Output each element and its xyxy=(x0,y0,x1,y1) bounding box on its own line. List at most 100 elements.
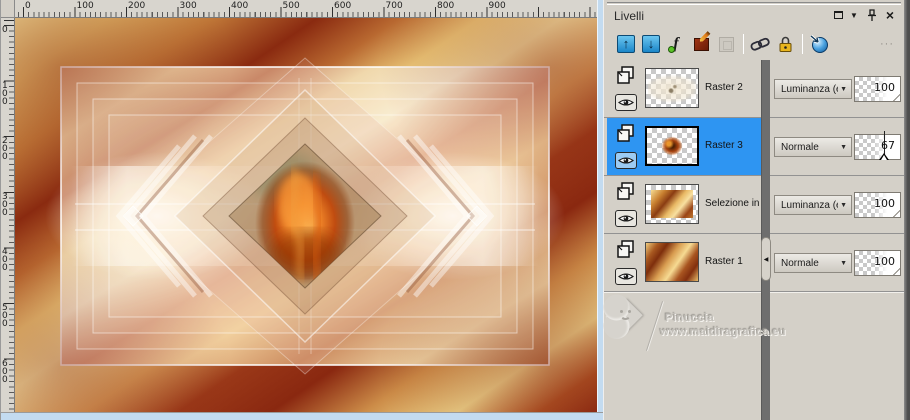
splitter-handle[interactable]: ◀ xyxy=(761,237,771,281)
move-layer-up-button[interactable]: ↑ xyxy=(614,32,638,56)
image-window: 0 100 200 300 400 500 600 700 800 900 0 100 200 300 4… xyxy=(0,0,604,420)
vertical-ruler: 0 100 200 300 400 500 600 xyxy=(1,18,15,412)
canvas-image[interactable] xyxy=(15,18,597,412)
layer-thumbnail[interactable] xyxy=(645,242,699,282)
layer-type-icon xyxy=(617,182,634,200)
layer-thumbnail[interactable] xyxy=(645,126,699,166)
ruler-label: 800 xyxy=(437,1,455,11)
layer-name[interactable]: Raster 2 xyxy=(705,82,759,93)
application-workspace: 0 100 200 300 400 500 600 700 800 900 0 100 200 300 4… xyxy=(0,0,910,420)
ruler-label: 0 xyxy=(25,1,31,11)
pin-panel-button[interactable] xyxy=(864,8,880,22)
blend-mode-dropdown[interactable]: Luminanza (e) ▼ xyxy=(774,79,852,99)
maximize-icon xyxy=(833,11,843,19)
opacity-field[interactable]: 100 xyxy=(854,192,901,218)
arrow-up-icon: ↑ xyxy=(617,35,635,53)
layer-type-icon xyxy=(617,240,634,258)
edit-layer-button[interactable] xyxy=(689,32,713,56)
window-border-bottom xyxy=(1,412,604,420)
layer-row-raster2[interactable]: Raster 2 Luminanza (e) ▼ 100 xyxy=(604,60,904,118)
pin-icon xyxy=(868,8,876,21)
smiley-icon xyxy=(618,308,636,322)
blend-mode-dropdown[interactable]: Luminanza (e) ▼ xyxy=(774,195,852,215)
arrow-down-icon: ↓ xyxy=(642,35,660,53)
layer-row-left: Raster 1 xyxy=(607,234,761,291)
blend-mode-dropdown[interactable]: Normale ▼ xyxy=(774,137,852,157)
opacity-slider-thumb[interactable] xyxy=(879,153,889,160)
link-layers-button[interactable] xyxy=(748,32,772,56)
layer-type-icon xyxy=(617,66,634,84)
layer-row-left: Raster 2 xyxy=(607,60,761,117)
toolbar-overflow-grip[interactable]: ··· xyxy=(880,38,894,50)
blend-mode-dropdown[interactable]: Normale ▼ xyxy=(774,253,852,273)
thumbnail-image xyxy=(647,128,697,164)
ruler-label: 500 xyxy=(2,303,8,329)
eye-icon xyxy=(618,157,634,164)
ruler-label: 600 xyxy=(2,358,8,385)
visibility-toggle[interactable] xyxy=(615,268,637,285)
opacity-value: 67 xyxy=(881,139,895,152)
chain-link-icon xyxy=(750,37,770,51)
eye-icon xyxy=(618,99,634,106)
lock-icon xyxy=(779,36,791,52)
watermark: Pinuccia www.maidiragrafica.eu xyxy=(607,298,830,368)
ruler-corner xyxy=(1,0,15,18)
layer-icon-stack xyxy=(615,239,639,285)
layer-thumbnail[interactable] xyxy=(645,68,699,108)
spinner-grip-icon[interactable] xyxy=(892,267,900,275)
chevron-down-icon: ▼ xyxy=(840,85,847,93)
opacity-field[interactable]: 100 xyxy=(854,76,901,102)
duplicate-layer-button-disabled xyxy=(714,32,738,56)
visibility-toggle[interactable] xyxy=(615,210,637,227)
ruler-label: 300 xyxy=(179,1,197,11)
layer-icon-stack xyxy=(615,181,639,227)
ruler-label: 300 xyxy=(2,191,8,218)
close-panel-button[interactable]: × xyxy=(882,8,898,22)
opacity-field[interactable]: 67 xyxy=(854,131,901,160)
toolbar-separator xyxy=(743,34,744,54)
layer-name[interactable]: Selezione innalz xyxy=(705,198,759,209)
ruler-label: 100 xyxy=(76,1,94,11)
ruler-label: 0 xyxy=(2,25,8,35)
move-layer-down-button[interactable]: ↓ xyxy=(639,32,663,56)
spinner-grip-icon[interactable] xyxy=(892,209,900,217)
maximize-panel-button[interactable] xyxy=(830,8,846,22)
edit-square-icon xyxy=(693,38,709,51)
blend-mode-value: Normale xyxy=(781,257,819,269)
layer-icon-stack xyxy=(615,123,639,169)
layer-row-raster1[interactable]: Raster 1 Normale ▼ 100 xyxy=(604,234,904,292)
ruler-label: 900 xyxy=(488,1,506,11)
eye-icon xyxy=(618,273,634,280)
blend-mode-value: Luminanza (e) xyxy=(781,83,838,95)
edit-selection-button[interactable] xyxy=(807,32,831,56)
layer-type-icon xyxy=(617,124,634,142)
layer-styles-button[interactable]: f xyxy=(664,32,688,56)
layer-name[interactable]: Raster 3 xyxy=(705,140,759,151)
layer-name[interactable]: Raster 1 xyxy=(705,256,759,267)
ruler-label: 200 xyxy=(128,1,146,11)
panel-menu-button[interactable]: ▼ xyxy=(846,8,862,22)
fx-dot-icon xyxy=(668,46,675,53)
panel-header: Livelli ▼ × xyxy=(604,0,904,28)
panel-title: Livelli xyxy=(614,9,645,23)
chevron-down-icon: ▼ xyxy=(840,143,847,151)
ruler-label: 400 xyxy=(2,247,8,274)
artwork-svg xyxy=(15,18,597,412)
window-edge-strip xyxy=(904,0,910,420)
chevron-down-icon: ▼ xyxy=(840,259,847,267)
blend-mode-value: Normale xyxy=(781,141,819,153)
lock-transparency-button[interactable] xyxy=(773,32,797,56)
toolbar-separator xyxy=(802,34,803,54)
collapse-left-icon: ◀ xyxy=(763,256,769,263)
panel-toolbar: ↑ ↓ f ··· xyxy=(604,28,904,60)
visibility-toggle[interactable] xyxy=(615,152,637,169)
spinner-grip-icon[interactable] xyxy=(892,93,900,101)
opacity-field[interactable]: 100 xyxy=(854,250,901,276)
visibility-toggle[interactable] xyxy=(615,94,637,111)
layer-thumbnail[interactable] xyxy=(645,184,699,224)
watermark-author: Pinuccia xyxy=(665,312,715,324)
layer-row-raster3[interactable]: Raster 3 Normale ▼ 67 xyxy=(604,118,904,176)
ruler-label: 100 xyxy=(2,80,8,107)
layer-row-selezione[interactable]: Selezione innalz Luminanza (e) ▼ 100 xyxy=(604,176,904,234)
horizontal-ruler: 0 100 200 300 400 500 600 700 800 900 xyxy=(15,0,597,18)
